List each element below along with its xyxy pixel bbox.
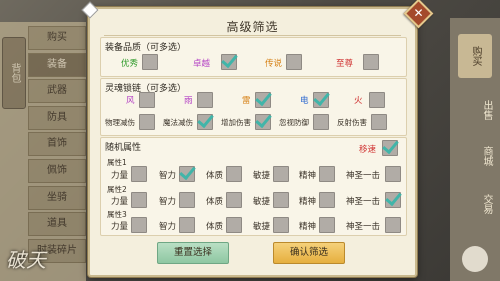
quality-label: 至尊 <box>336 59 354 69</box>
element-label: 雷 <box>242 96 251 106</box>
effect-label: 物理减伤 <box>105 118 135 127</box>
attr-label: 精神 <box>299 197 317 207</box>
ornament-icon <box>462 246 488 272</box>
attr-checkbox[interactable] <box>385 217 401 233</box>
effect-label: 忽视防御 <box>279 118 309 127</box>
move-speed-label: 移速 <box>359 145 377 155</box>
attr-checkbox[interactable] <box>385 192 401 208</box>
attr-label: 智力 <box>159 222 177 232</box>
category-item[interactable]: 佩饰 <box>28 158 86 183</box>
quality-checkbox[interactable] <box>286 54 302 70</box>
attr-checkbox[interactable] <box>179 192 195 208</box>
effect-checkbox[interactable] <box>197 114 213 130</box>
category-item[interactable]: 坐骑 <box>28 185 86 210</box>
attr-row-label: 属性2 <box>107 185 127 194</box>
effect-checkbox[interactable] <box>139 114 155 130</box>
attr-checkbox[interactable] <box>179 166 195 182</box>
attr-checkbox[interactable] <box>319 217 335 233</box>
attr-checkbox[interactable] <box>273 192 289 208</box>
attr-checkbox[interactable] <box>319 192 335 208</box>
attr-checkbox[interactable] <box>226 166 242 182</box>
effect-checkbox[interactable] <box>255 114 271 130</box>
quality-label: 传说 <box>265 59 283 69</box>
reset-button[interactable]: 重置选择 <box>157 242 229 264</box>
attr-checkbox[interactable] <box>179 217 195 233</box>
right-banner[interactable]: 购买 <box>458 34 492 78</box>
quality-label: 卓越 <box>193 59 211 69</box>
background-left-panel: 背包 购买 装备 武器 防具 首饰 佩饰 坐骑 道具 时装碎片 <box>0 22 86 281</box>
attr-checkbox[interactable] <box>131 166 147 182</box>
element-label: 电 <box>300 96 309 106</box>
attr-checkbox[interactable] <box>319 166 335 182</box>
attr-label: 敏捷 <box>253 197 271 207</box>
confirm-filter-button[interactable]: 确认筛选 <box>273 242 345 264</box>
element-checkbox[interactable] <box>255 92 271 108</box>
attr-label: 敏捷 <box>253 171 271 181</box>
effect-label: 反射伤害 <box>337 118 367 127</box>
right-item-mall[interactable]: 商城 <box>456 146 494 166</box>
attr-checkbox[interactable] <box>131 217 147 233</box>
attr-checkbox[interactable] <box>226 217 242 233</box>
random-attr-section: 随机属性 移速 属性1 力量 智力 体质 敏捷 精神 神圣一击 属性2 力量 智… <box>100 137 407 236</box>
quality-label: 优秀 <box>121 59 139 69</box>
category-item[interactable]: 购买 <box>28 26 86 50</box>
element-checkbox[interactable] <box>313 92 329 108</box>
attr-checkbox[interactable] <box>273 217 289 233</box>
attr-label: 体质 <box>206 222 224 232</box>
element-label: 火 <box>354 96 363 106</box>
attr-checkbox[interactable] <box>273 166 289 182</box>
right-item-trade[interactable]: 交易 <box>456 194 494 214</box>
random-attr-header: 随机属性 <box>105 143 142 153</box>
attr-label: 神圣一击 <box>346 171 381 181</box>
attr-label: 体质 <box>206 171 224 181</box>
effect-checkbox[interactable] <box>371 114 387 130</box>
soul-chain-section: 灵魂锁链（可多选） 风 雨 雷 电 火 物理减伤 魔法减伤 增加伤害 忽视防御 … <box>100 78 407 136</box>
element-label: 风 <box>126 96 135 106</box>
background-category-list: 购买 装备 武器 防具 首饰 佩饰 坐骑 道具 时装碎片 <box>28 26 86 265</box>
attr-label: 智力 <box>159 171 177 181</box>
effect-label: 增加伤害 <box>221 118 251 127</box>
element-checkbox[interactable] <box>197 92 213 108</box>
quality-section: 装备品质（可多选） 优秀 卓越 传说 至尊 <box>100 37 407 77</box>
attr-checkbox[interactable] <box>131 192 147 208</box>
attr-label: 力量 <box>111 197 129 207</box>
category-item[interactable]: 武器 <box>28 79 86 104</box>
attr-label: 力量 <box>111 222 129 232</box>
attr-label: 神圣一击 <box>346 197 381 207</box>
element-checkbox[interactable] <box>369 92 385 108</box>
category-item[interactable]: 道具 <box>28 212 86 237</box>
effect-checkbox[interactable] <box>313 114 329 130</box>
quality-checkbox[interactable] <box>363 54 379 70</box>
right-item-sell[interactable]: 出售 <box>456 100 494 120</box>
category-item[interactable]: 装备 <box>28 52 86 77</box>
effect-label: 魔法减伤 <box>163 118 193 127</box>
category-item[interactable]: 防具 <box>28 105 86 130</box>
attr-label: 精神 <box>299 222 317 232</box>
advanced-filter-dialog: 高级筛选 ✕ 装备品质（可多选） 优秀 卓越 传说 至尊 灵魂锁链（可多选） 风… <box>81 0 434 277</box>
attr-label: 敏捷 <box>253 222 271 232</box>
category-item[interactable]: 首饰 <box>28 132 86 157</box>
element-label: 雨 <box>184 96 193 106</box>
dialog-title: 高级筛选 <box>226 20 279 34</box>
background-side-tab[interactable]: 背包 <box>2 37 26 109</box>
attr-row-label: 属性3 <box>107 210 127 219</box>
attr-label: 体质 <box>206 197 224 207</box>
element-checkbox[interactable] <box>139 92 155 108</box>
attr-label: 精神 <box>299 171 317 181</box>
attr-label: 力量 <box>111 171 129 181</box>
game-logo: 破天 <box>6 248 46 272</box>
attr-checkbox[interactable] <box>226 192 242 208</box>
quality-checkbox[interactable] <box>221 54 237 70</box>
corner-gem-icon <box>81 1 99 19</box>
attr-checkbox[interactable] <box>385 166 401 182</box>
quality-header: 装备品质（可多选） <box>105 43 187 53</box>
attr-label: 智力 <box>159 197 177 207</box>
close-icon: ✕ <box>413 5 424 20</box>
background-right-panel: 购买 出售 商城 交易 <box>450 18 500 281</box>
quality-checkbox[interactable] <box>142 54 158 70</box>
attr-row-label: 属性1 <box>107 158 127 167</box>
attr-label: 神圣一击 <box>346 222 381 232</box>
title-divider <box>104 35 401 36</box>
move-speed-checkbox[interactable] <box>382 140 398 156</box>
